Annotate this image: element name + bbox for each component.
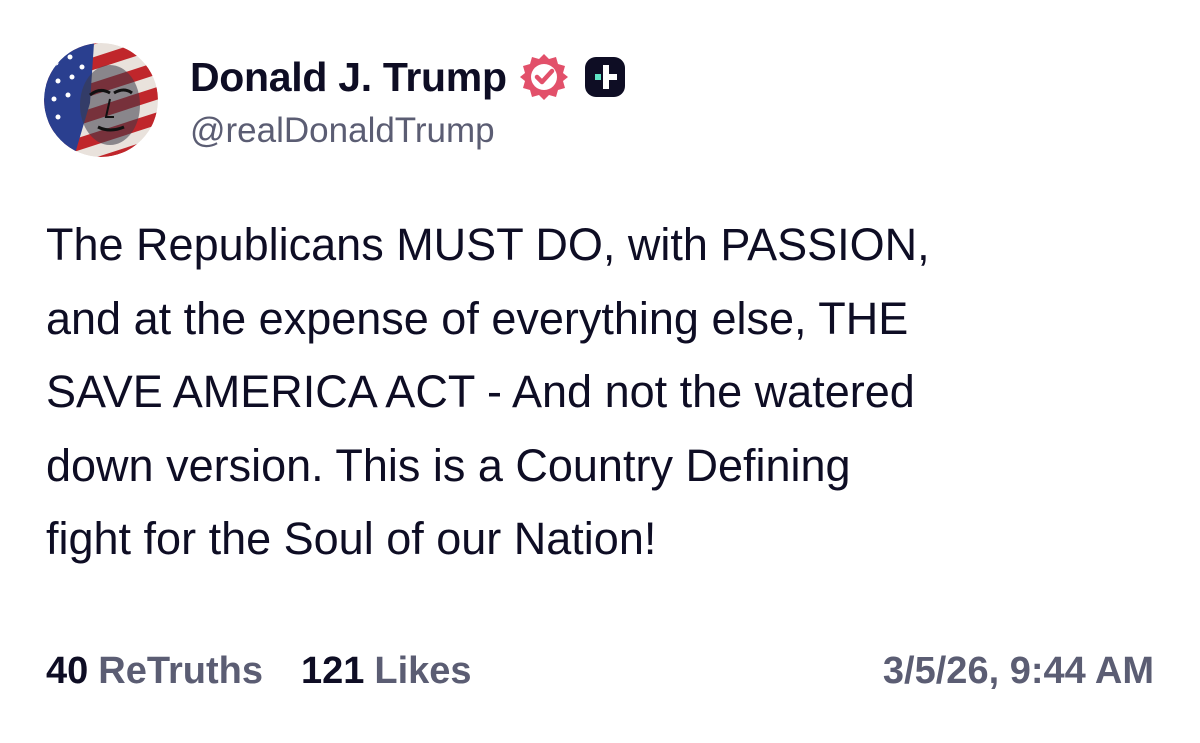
- retruths-count: 40: [46, 650, 89, 692]
- truth-post: Donald J. Trump @realDonaldTrump The Rep…: [0, 0, 1200, 743]
- retruths-label: ReTruths: [98, 650, 263, 692]
- flag-portrait-avatar: [44, 43, 158, 157]
- post-stats: 40 ReTruths 121 Likes: [46, 650, 510, 693]
- post-text: The Republicans MUST DO, with PASSION, a…: [46, 219, 930, 564]
- post-timestamp[interactable]: 3/5/26, 9:44 AM: [883, 650, 1154, 693]
- verified-badge-icon: [519, 52, 569, 102]
- likes-label: Likes: [374, 650, 472, 692]
- display-name[interactable]: Donald J. Trump: [190, 54, 507, 101]
- truth-plus-badge-icon: [584, 57, 625, 97]
- post-header: Donald J. Trump @realDonaldTrump: [44, 42, 625, 158]
- retruths-stat[interactable]: 40 ReTruths: [46, 650, 263, 693]
- author-handle[interactable]: @realDonaldTrump: [190, 111, 625, 151]
- author-identity: Donald J. Trump @realDonaldTrump: [190, 49, 625, 151]
- likes-count: 121: [300, 650, 365, 692]
- name-row: Donald J. Trump: [190, 49, 625, 105]
- likes-stat[interactable]: 121 Likes: [301, 650, 472, 693]
- avatar[interactable]: [44, 43, 158, 157]
